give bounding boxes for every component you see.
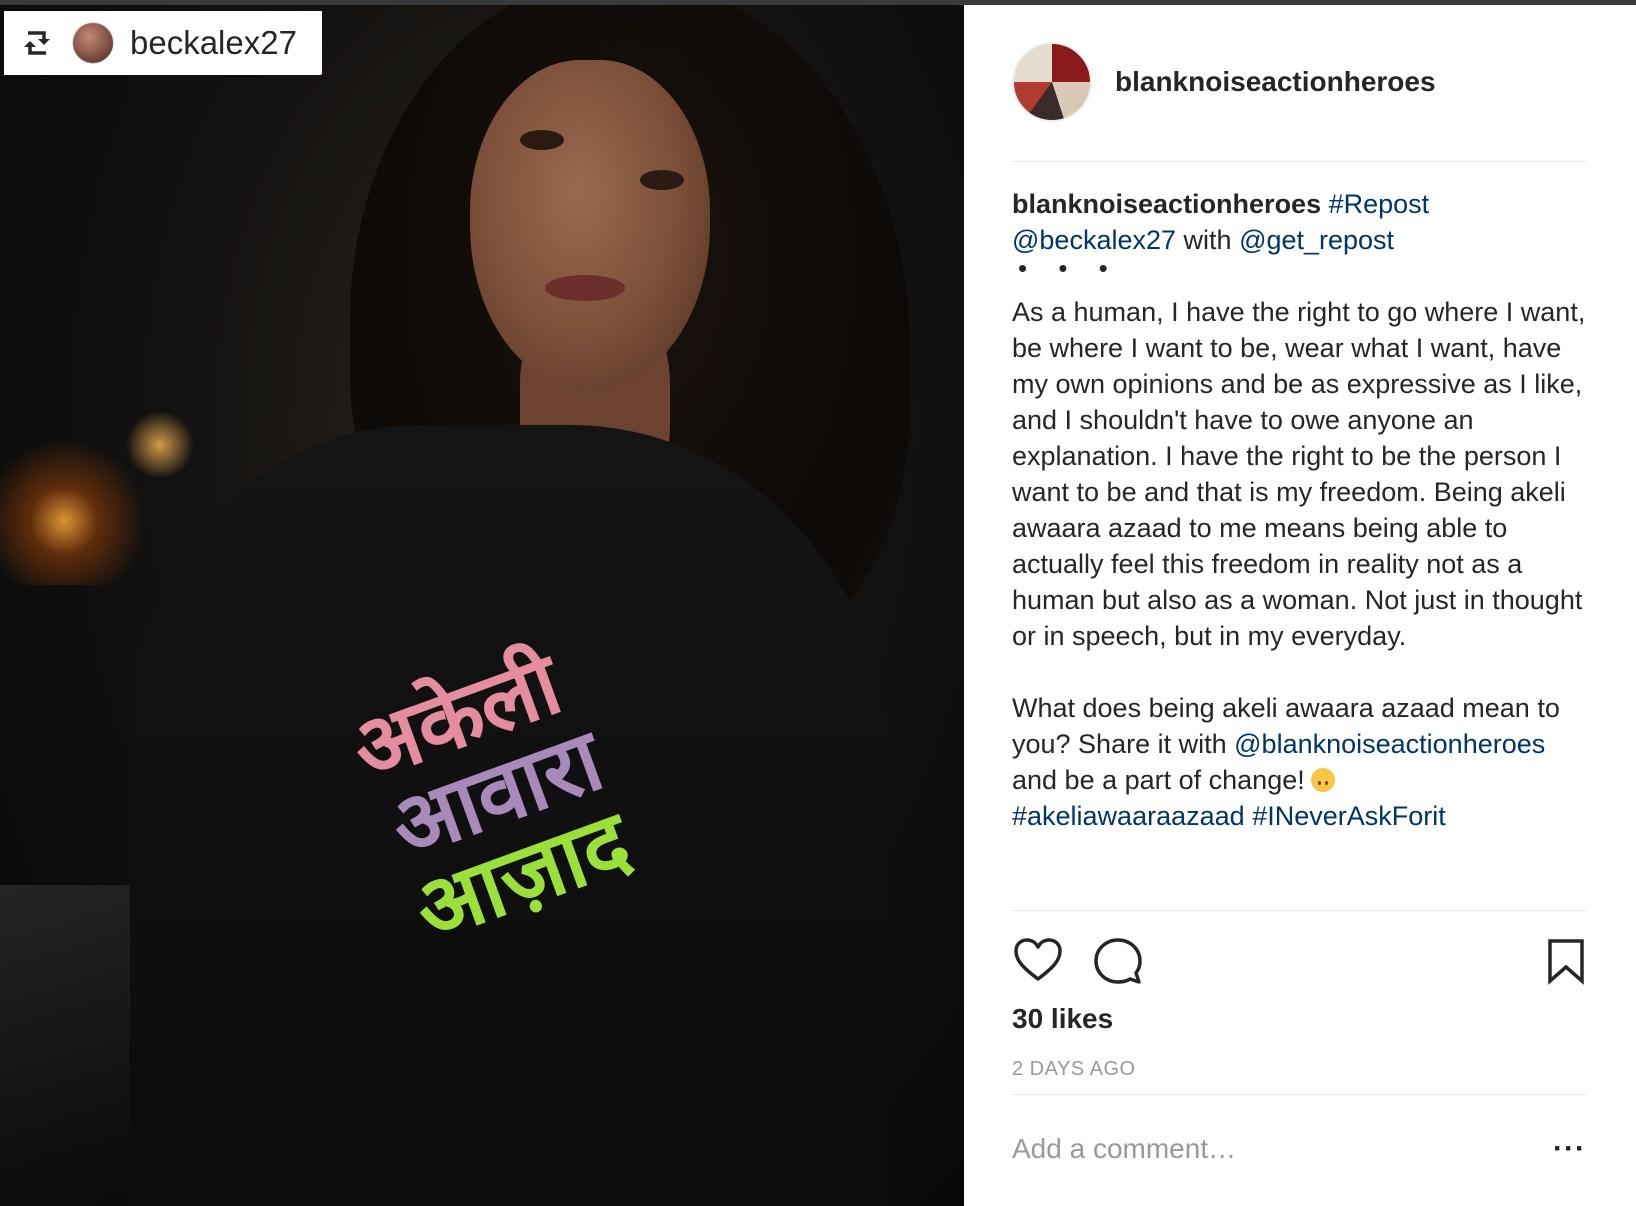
caption-dots: • • • (1018, 253, 1120, 283)
photo-eye (520, 130, 564, 150)
author-avatar[interactable] (1012, 42, 1092, 122)
caption-text: with (1183, 225, 1232, 255)
hashtag-link[interactable]: #Repost (1329, 189, 1430, 219)
upside-down-face-emoji (1310, 768, 1335, 792)
photo-lips (545, 275, 625, 301)
bookmark-icon[interactable] (1540, 935, 1592, 987)
repost-icon (24, 31, 50, 55)
divider (1012, 161, 1586, 162)
repost-badge[interactable]: beckalex27 (4, 11, 322, 75)
mention-link[interactable]: @blanknoiseactionheroes (1234, 729, 1545, 759)
mention-link[interactable]: @get_repost (1239, 225, 1394, 255)
comment-icon[interactable] (1092, 935, 1144, 987)
hashtag-link[interactable]: #akeliawaaraazaad (1012, 801, 1245, 831)
comment-bar: ··· (1012, 1124, 1586, 1174)
caption-username[interactable]: blanknoiseactionheroes (1012, 189, 1321, 219)
divider (1012, 910, 1586, 911)
hashtag-link[interactable]: #INeverAskForit (1252, 801, 1446, 831)
mention-link[interactable]: @beckalex27 (1012, 225, 1176, 255)
author-username[interactable]: blanknoiseactionheroes (1115, 66, 1436, 98)
more-icon[interactable]: ··· (1546, 1134, 1586, 1164)
photo-face (470, 60, 710, 390)
repost-username[interactable]: beckalex27 (130, 24, 297, 62)
comment-input[interactable] (1012, 1133, 1492, 1165)
post-header: blanknoiseactionheroes (1012, 42, 1586, 122)
heart-icon[interactable] (1012, 935, 1064, 987)
divider (1012, 1094, 1586, 1095)
post-sidebar: blanknoiseactionheroes blanknoiseactionh… (1012, 0, 1586, 1206)
caption-text: and be a part of change! (1012, 765, 1305, 795)
post-caption: blanknoiseactionheroes #Repost @beckalex… (1012, 186, 1586, 834)
post-actions (1012, 935, 1586, 991)
caption-paragraph: As a human, I have the right to go where… (1012, 297, 1586, 651)
post-photo[interactable]: अकेली आवारा आज़ाद beckalex27 (0, 5, 964, 1206)
photo-eye (640, 170, 684, 190)
repost-avatar[interactable] (72, 22, 114, 64)
post-timestamp[interactable]: 2 DAYS AGO (1012, 1058, 1136, 1081)
background-lights (120, 405, 200, 485)
likes-count[interactable]: 30 likes (1012, 1003, 1113, 1035)
